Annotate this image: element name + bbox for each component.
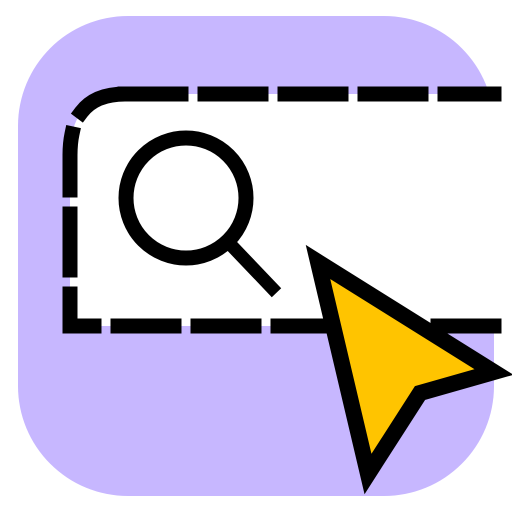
app-icon-canvas xyxy=(0,0,512,512)
search-selection-icon xyxy=(18,16,512,496)
